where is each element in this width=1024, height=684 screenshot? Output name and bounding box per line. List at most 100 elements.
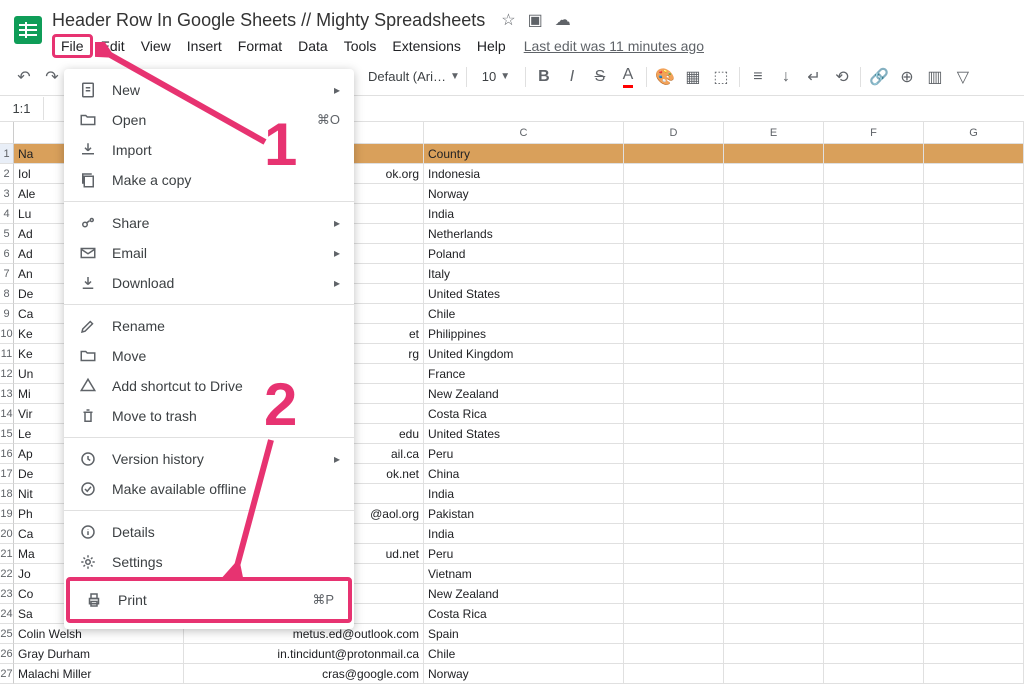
cell[interactable] [924,224,1024,244]
menu-edit[interactable]: Edit [93,35,133,57]
comment-icon[interactable]: ⊕ [893,63,921,91]
cell[interactable] [824,604,924,624]
cell[interactable] [924,644,1024,664]
select-all-corner[interactable] [0,122,14,144]
cell[interactable] [824,564,924,584]
cell[interactable]: Norway [424,184,624,204]
cell[interactable] [724,184,824,204]
cell[interactable]: France [424,364,624,384]
row-header[interactable]: 24 [0,604,14,624]
cell[interactable] [724,504,824,524]
cell[interactable] [724,584,824,604]
cell[interactable] [724,564,824,584]
cell[interactable] [624,544,724,564]
cell[interactable] [924,244,1024,264]
cell[interactable] [824,224,924,244]
file-trash[interactable]: Move to trash [64,401,354,431]
cell[interactable] [924,484,1024,504]
move-icon[interactable]: ▣ [528,10,543,30]
cell[interactable] [824,664,924,684]
cell[interactable] [824,524,924,544]
cell[interactable] [824,424,924,444]
cell[interactable] [624,384,724,404]
strike-icon[interactable]: S [586,63,614,91]
cell[interactable] [724,464,824,484]
file-open[interactable]: Open⌘O [64,105,354,135]
cell[interactable] [624,564,724,584]
cell[interactable] [824,264,924,284]
file-download[interactable]: Download▸ [64,268,354,298]
row-header[interactable]: 10 [0,324,14,344]
cell[interactable] [824,644,924,664]
file-import[interactable]: Import [64,135,354,165]
cell[interactable] [624,464,724,484]
cell[interactable] [724,664,824,684]
cell[interactable] [824,444,924,464]
cell[interactable] [624,264,724,284]
row-header[interactable]: 1 [0,144,14,164]
cell[interactable]: Country [424,144,624,164]
cell[interactable] [624,584,724,604]
merge-icon[interactable]: ⬚ [707,63,735,91]
cell[interactable] [924,444,1024,464]
cell[interactable] [824,144,924,164]
cell[interactable] [924,424,1024,444]
file-version-history[interactable]: Version history▸ [64,444,354,474]
cell[interactable] [624,484,724,504]
cell[interactable] [924,584,1024,604]
cell[interactable] [924,344,1024,364]
cell[interactable]: Netherlands [424,224,624,244]
cell[interactable]: Costa Rica [424,604,624,624]
cell[interactable] [624,404,724,424]
redo-icon[interactable]: ↷ [38,63,66,91]
cell[interactable] [624,144,724,164]
cell[interactable] [824,464,924,484]
cell[interactable] [624,224,724,244]
cell[interactable] [624,204,724,224]
cell[interactable] [824,504,924,524]
cell[interactable] [924,324,1024,344]
row-header[interactable]: 14 [0,404,14,424]
filter-icon[interactable]: ▽ [949,63,977,91]
cell[interactable] [824,484,924,504]
cell[interactable] [824,324,924,344]
cell[interactable] [624,184,724,204]
cell[interactable] [824,624,924,644]
cell[interactable] [724,424,824,444]
cell[interactable] [824,244,924,264]
cell[interactable]: India [424,484,624,504]
file-rename[interactable]: Rename [64,311,354,341]
cell[interactable] [924,144,1024,164]
cell[interactable] [724,284,824,304]
row-header[interactable]: 9 [0,304,14,324]
cell[interactable] [724,644,824,664]
cell[interactable]: Philippines [424,324,624,344]
row-header[interactable]: 25 [0,624,14,644]
cell[interactable]: India [424,524,624,544]
italic-icon[interactable]: I [558,63,586,91]
cell[interactable] [724,524,824,544]
cell[interactable]: India [424,204,624,224]
cell[interactable] [824,384,924,404]
row-header[interactable]: 16 [0,444,14,464]
cell[interactable]: Chile [424,304,624,324]
file-settings[interactable]: Settings [64,547,354,577]
col-header-F[interactable]: F [824,122,924,144]
cell[interactable] [724,364,824,384]
text-color-icon[interactable]: A [614,63,642,91]
menu-view[interactable]: View [133,35,179,57]
col-header-D[interactable]: D [624,122,724,144]
cell[interactable]: Vietnam [424,564,624,584]
file-details[interactable]: Details [64,517,354,547]
cell[interactable] [724,244,824,264]
row-header[interactable]: 13 [0,384,14,404]
cell[interactable] [824,544,924,564]
cell[interactable] [724,304,824,324]
borders-icon[interactable]: ▦ [679,63,707,91]
cell[interactable] [624,664,724,684]
cell[interactable] [924,384,1024,404]
row-header[interactable]: 21 [0,544,14,564]
row-header[interactable]: 4 [0,204,14,224]
valign-icon[interactable]: ↓ [772,63,800,91]
cell[interactable]: Chile [424,644,624,664]
